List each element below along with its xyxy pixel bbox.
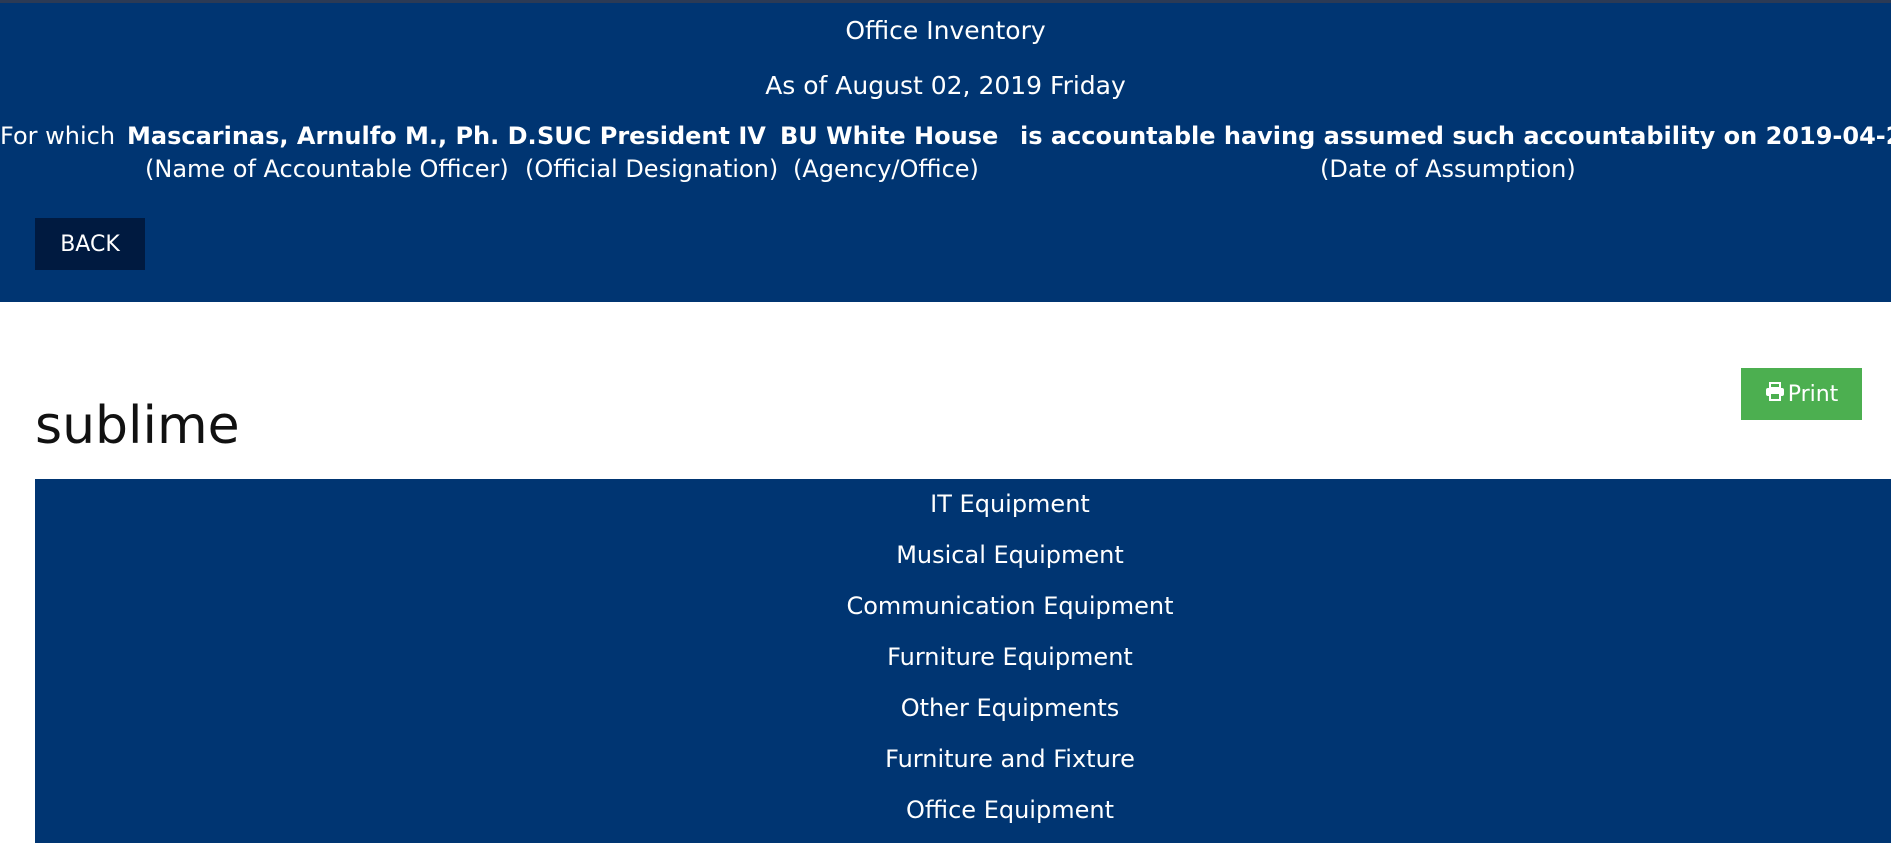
accountable-officer-name: Mascarinas, Arnulfo M., Ph. D. — [127, 122, 537, 150]
print-button[interactable]: Print — [1741, 368, 1862, 420]
category-item-other-equipments[interactable]: Other Equipments — [35, 693, 1891, 723]
category-item-it-equipment[interactable]: IT Equipment — [35, 489, 1891, 519]
caption-agency: (Agency/Office) — [793, 155, 979, 183]
page-title: Office Inventory — [845, 16, 1046, 45]
for-which-label: For which — [0, 122, 116, 150]
back-button[interactable]: BACK — [35, 218, 145, 270]
category-item-communication-equipment[interactable]: Communication Equipment — [35, 591, 1891, 621]
caption-designation: (Official Designation) — [525, 155, 779, 183]
category-item-furniture-and-fixture[interactable]: Furniture and Fixture — [35, 744, 1891, 774]
category-item-office-equipment[interactable]: Office Equipment — [35, 795, 1891, 825]
category-panel: IT Equipment Musical Equipment Communica… — [35, 479, 1891, 843]
category-item-furniture-equipment[interactable]: Furniture Equipment — [35, 642, 1891, 672]
inventory-header: Office Inventory As of August 02, 2019 F… — [0, 3, 1891, 302]
printer-icon — [1765, 381, 1788, 407]
agency-office: BU White House — [780, 122, 999, 150]
official-designation: SUC President IV — [537, 122, 766, 150]
caption-officer-name: (Name of Accountable Officer) — [145, 155, 509, 183]
accountability-statement: is accountable having assumed such accou… — [1020, 122, 1891, 150]
as-of-date: As of August 02, 2019 Friday — [765, 71, 1126, 100]
caption-date-of-assumption: (Date of Assumption) — [1320, 155, 1576, 183]
category-item-musical-equipment[interactable]: Musical Equipment — [35, 540, 1891, 570]
print-button-label: Print — [1787, 381, 1839, 407]
office-name-heading: sublime — [35, 396, 240, 456]
